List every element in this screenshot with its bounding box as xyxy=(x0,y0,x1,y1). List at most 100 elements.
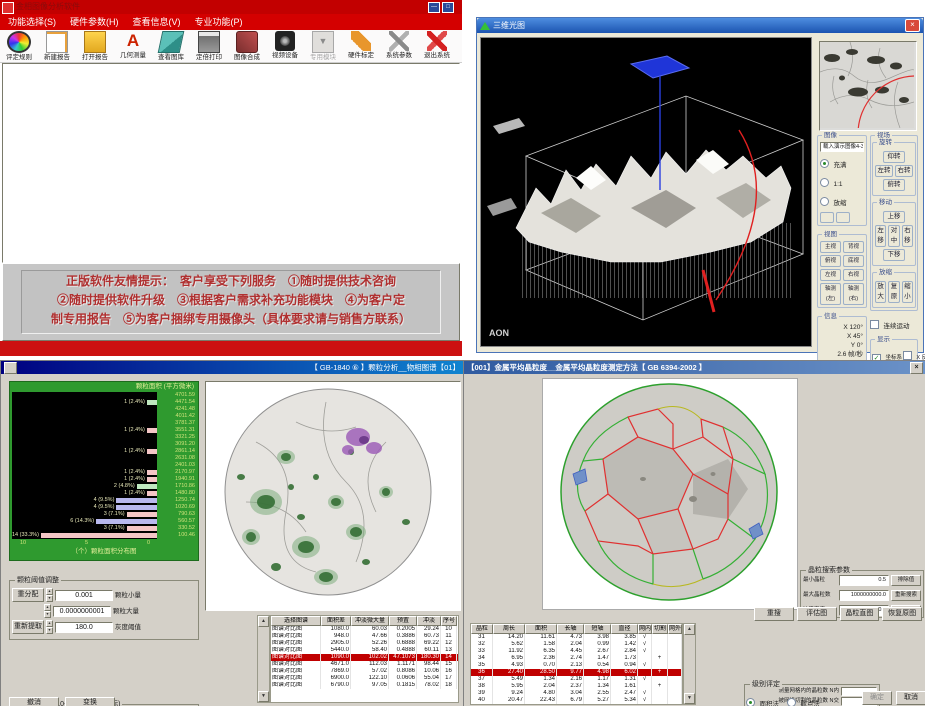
table-row[interactable]: 38 5.95 2.04 2.37 1.34 1.61 + xyxy=(471,683,682,690)
particle-image-panel[interactable] xyxy=(205,381,461,611)
table-row[interactable]: 35 4.93 0.70 2.13 0.54 0.94 √ xyxy=(471,662,682,669)
column-header[interactable]: 网内 xyxy=(638,624,652,634)
table-row[interactable]: 33 11.92 6.35 4.45 2.67 2.84 √ xyxy=(471,648,682,655)
action-button[interactable]: 评估图 xyxy=(797,607,837,621)
table-row[interactable]: 图谱对比图 948.0 47.66 0.3886 60.73 11 xyxy=(271,633,458,640)
table-row[interactable]: 34 6.95 2.36 2.74 1.47 1.73 + xyxy=(471,655,682,662)
param-field[interactable]: 0.5 xyxy=(839,575,889,586)
ok-button[interactable]: 确定 xyxy=(862,691,892,705)
maximize-button[interactable]: □ xyxy=(442,2,454,13)
toolbar-button[interactable]: 视频设备 xyxy=(266,30,304,62)
column-header[interactable]: 面积差 xyxy=(321,616,351,626)
column-header[interactable]: 选择图谱 xyxy=(271,616,321,626)
thumb-list-button[interactable] xyxy=(836,212,850,223)
move-up-button[interactable]: 上移 xyxy=(883,211,905,223)
gray-threshold-field[interactable]: 180.0 xyxy=(55,622,113,633)
action-button[interactable]: 重搜 xyxy=(754,607,794,621)
cancel-button[interactable]: 取消 xyxy=(896,691,925,705)
redistribute-button[interactable]: 重分配 xyxy=(12,588,44,602)
column-header[interactable]: 切割 xyxy=(652,624,668,634)
rotate-down-button[interactable]: 俯转 xyxy=(883,179,905,191)
table-row[interactable]: 31 14.20 11.61 4.73 3.98 3.85 √ xyxy=(471,634,682,641)
column-header[interactable]: 冲淡 xyxy=(417,616,441,626)
spinner[interactable]: ▲▼ xyxy=(44,604,51,618)
toolbar-button[interactable]: 图像合成 xyxy=(228,30,266,62)
view-button[interactable]: 轴测(左) xyxy=(820,283,841,305)
view-button[interactable]: 俯视 xyxy=(820,255,841,267)
thumb-grid-button[interactable] xyxy=(820,212,834,223)
method-radio[interactable]: 截点法 xyxy=(787,693,820,706)
spinner[interactable]: ▲▼ xyxy=(46,620,53,634)
close-icon[interactable]: × xyxy=(905,19,920,32)
column-header[interactable]: 长轴 xyxy=(557,624,584,634)
preview-thumbnail[interactable] xyxy=(819,41,917,131)
move-right-button[interactable]: 右移 xyxy=(902,225,913,247)
menu-item[interactable]: 硬件参数(H) xyxy=(70,14,119,30)
column-header[interactable]: 短轴 xyxy=(584,624,611,634)
demo-image-combo[interactable]: 载入演示图像4-3 xyxy=(820,142,864,152)
param-field[interactable]: 1000000000.0 xyxy=(839,590,889,601)
scroll-up-icon[interactable]: ▲ xyxy=(684,624,695,635)
table-scrollbar[interactable]: ▲ ▼ xyxy=(683,623,696,705)
table-row[interactable]: 图谱对比图 7869.0 57.02 0.8086 10.06 16 xyxy=(271,668,458,675)
toolbar-button[interactable]: 几何测量 xyxy=(114,30,152,62)
continuous-motion-check[interactable]: 连续运动 xyxy=(870,315,918,333)
spinner[interactable]: ▲▼ xyxy=(46,588,53,602)
table-row[interactable]: 图谱对比图 1090.0 102.02 47.1073 180.30 14 xyxy=(271,654,458,661)
view-button[interactable]: 右视 xyxy=(843,269,864,281)
table-row[interactable]: 36 27.40 28.50 9.77 4.98 6.02 + xyxy=(471,669,682,676)
rotate-up-button[interactable]: 仰转 xyxy=(883,151,905,163)
table-row[interactable]: 图谱对比图 4671.0 112.03 1.1171 98.44 15 xyxy=(271,661,458,668)
toolbar-button[interactable]: 查看图库 xyxy=(152,30,190,62)
column-header[interactable]: 网外 xyxy=(668,624,682,634)
window-icon[interactable] xyxy=(4,362,17,374)
method-radio[interactable]: 面积法 xyxy=(746,693,779,706)
column-header[interactable]: 面积 xyxy=(525,624,557,634)
param-button[interactable]: 排除值 xyxy=(891,575,921,586)
re-extract-button[interactable]: 重新提取 xyxy=(12,620,44,634)
view-button[interactable]: 底视 xyxy=(843,255,864,267)
scale-radio[interactable]: 放缩 xyxy=(820,192,846,210)
move-left-button[interactable]: 左移 xyxy=(875,225,886,247)
scroll-up-icon[interactable]: ▲ xyxy=(258,616,269,627)
zoom-reset-button[interactable]: 复原 xyxy=(888,281,899,303)
menu-item[interactable]: 功能选择(S) xyxy=(8,14,56,30)
action-button[interactable]: 晶粒直图 xyxy=(840,607,880,621)
toolbar-button[interactable]: 新建报告 xyxy=(38,30,76,62)
move-center-button[interactable]: 对中 xyxy=(888,225,899,247)
table-row[interactable]: 图谱对比图 1080.0 60.03 0.2005 29.24 10 xyxy=(271,626,458,633)
column-header[interactable]: 直径 xyxy=(611,624,638,634)
zoom-out-button[interactable]: 缩小 xyxy=(902,281,913,303)
toolbar-button[interactable]: 硬件标定 xyxy=(342,30,380,62)
document-area[interactable] xyxy=(2,63,460,263)
table-row[interactable]: 图谱对比图 6790.0 97.05 0.1815 78.02 18 xyxy=(271,682,458,689)
column-header[interactable]: 序号 xyxy=(441,616,457,626)
grain-image-panel[interactable] xyxy=(542,378,798,610)
action-button[interactable]: 恢复原图 xyxy=(882,607,922,621)
menu-item[interactable]: 查看信息(V) xyxy=(133,14,181,30)
view-button[interactable]: 背视 xyxy=(843,241,864,253)
table-row[interactable]: 图谱对比图 6900.0 122.10 0.0606 55.04 17 xyxy=(271,675,458,682)
scale-radio[interactable]: 1:1 xyxy=(820,173,843,191)
scale-radio[interactable]: 充满 xyxy=(820,154,846,172)
column-header[interactable]: 晶粒 xyxy=(471,624,493,634)
toolbar-button[interactable]: 专用模块 xyxy=(304,30,342,62)
column-header[interactable]: 冲淡微大量 xyxy=(351,616,389,626)
table-row[interactable]: 图谱对比图 2905.0 52.26 0.6888 69.22 12 xyxy=(271,640,458,647)
zoom-in-button[interactable]: 放大 xyxy=(875,281,886,303)
table-row[interactable]: 37 5.49 1.34 2.16 1.17 1.31 √ xyxy=(471,676,682,683)
table-scrollbar[interactable]: ▲ ▼ xyxy=(257,615,270,703)
scroll-down-icon[interactable]: ▼ xyxy=(684,693,695,704)
toolbar-button[interactable]: 系统参数 xyxy=(380,30,418,62)
toolbar-button[interactable]: 退出系统 xyxy=(418,30,456,62)
table-row[interactable]: 32 5.62 1.58 2.04 0.99 1.42 √ xyxy=(471,641,682,648)
rotate-right-button[interactable]: 右转 xyxy=(895,165,913,177)
table-row[interactable]: 39 9.24 4.80 3.04 2.55 2.47 √ xyxy=(471,690,682,697)
toolbar-button[interactable]: 定倍打印 xyxy=(190,30,228,62)
three-d-viewport[interactable]: AON xyxy=(480,37,812,347)
max-particle-field[interactable]: 0.0000000001 xyxy=(53,606,111,617)
swap-button[interactable]: 变换 xyxy=(65,697,115,706)
table-row[interactable]: 图谱对比图 5440.0 58.40 0.4888 60.11 13 xyxy=(271,647,458,654)
move-down-button[interactable]: 下移 xyxy=(883,249,905,261)
toolbar-button[interactable]: 打开报告 xyxy=(76,30,114,62)
